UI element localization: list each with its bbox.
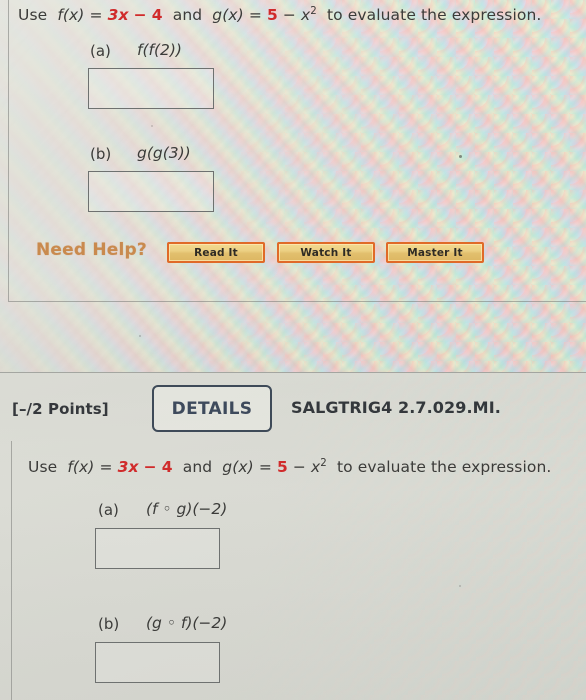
read-it-button[interactable]: Read It [167,242,265,263]
q2-prompt-tail: to evaluate the expression. [336,458,552,477]
q2-part-a-expression: (f ◦ g)(−2) [146,500,228,518]
q2-prompt-eq-1: = [99,458,113,477]
q2-part-b-label: (b) [98,615,120,633]
q2-prompt-3x: 3x [117,458,139,477]
section-divider [0,372,586,373]
prompt-g-name: g [212,6,223,25]
prompt-x: x [300,6,311,25]
prompt-3x: 3x [107,6,129,25]
question-one-prompt: Use f(x) = 3x − 4 and g(x) = 5 − x2 to e… [18,6,541,24]
q2-part-a-answer-input[interactable] [95,528,220,569]
q2-prompt-x: x [310,458,321,477]
master-it-button[interactable]: Master It [386,242,484,263]
q2-prompt-minus-1: − [143,458,157,477]
prompt-f-arg: (x) [62,6,85,25]
dust-speck [151,125,153,127]
prompt-and: and [172,6,203,25]
page-content: Use f(x) = 3x − 4 and g(x) = 5 − x2 to e… [0,0,586,700]
q2-part-b-expression: (g ◦ f)(−2) [146,614,228,632]
q2-prompt-minus-2: − [292,458,306,477]
q1-part-a-expression: f(f(2)) [137,41,182,59]
question-two-left-rule [11,441,12,700]
dust-speck [139,335,141,337]
watch-it-button[interactable]: Watch It [277,242,375,263]
prompt-4: 4 [151,6,163,25]
prompt-tail: to evaluate the expression. [326,6,542,25]
prompt-eq-2: = [248,6,262,25]
assignment-code: SALGTRIG4 2.7.029.MI. [291,398,501,417]
need-help-label: Need Help? [36,240,147,260]
prompt-eq-1: = [89,6,103,25]
prompt-minus-1: − [133,6,147,25]
prompt-g-arg: (x) [222,6,244,25]
q1-part-b-label: (b) [90,145,112,163]
q2-prompt-g-name: g [222,458,233,477]
monitor-photo-screenshot: Use f(x) = 3x − 4 and g(x) = 5 − x2 to e… [0,0,586,700]
dust-speck [459,585,461,587]
q1-part-a-label: (a) [90,42,111,60]
q2-prompt-exponent: 2 [320,458,327,469]
q1-part-b-expression: g(g(3)) [137,144,191,162]
q2-prompt-5: 5 [276,458,288,477]
q2-part-a-label: (a) [98,501,119,519]
prompt-minus-2: − [282,6,296,25]
dust-speck [459,155,462,158]
q1-part-b-answer-input[interactable] [88,171,214,212]
q2-prompt-f-arg: (x) [72,458,95,477]
prompt-5: 5 [266,6,278,25]
prompt-lead: Use [18,6,48,25]
q2-prompt-eq-2: = [258,458,272,477]
prompt-exponent: 2 [310,6,317,17]
question-two-points: [–/2 Points] [12,400,109,418]
q2-prompt-lead: Use [28,458,58,477]
q2-prompt-and: and [182,458,213,477]
question-two-prompt: Use f(x) = 3x − 4 and g(x) = 5 − x2 to e… [28,458,551,476]
q2-prompt-g-arg: (x) [232,458,254,477]
details-button[interactable]: DETAILS [152,385,272,432]
q1-part-a-answer-input[interactable] [88,68,214,109]
q2-part-b-answer-input[interactable] [95,642,220,683]
q2-prompt-4: 4 [161,458,173,477]
